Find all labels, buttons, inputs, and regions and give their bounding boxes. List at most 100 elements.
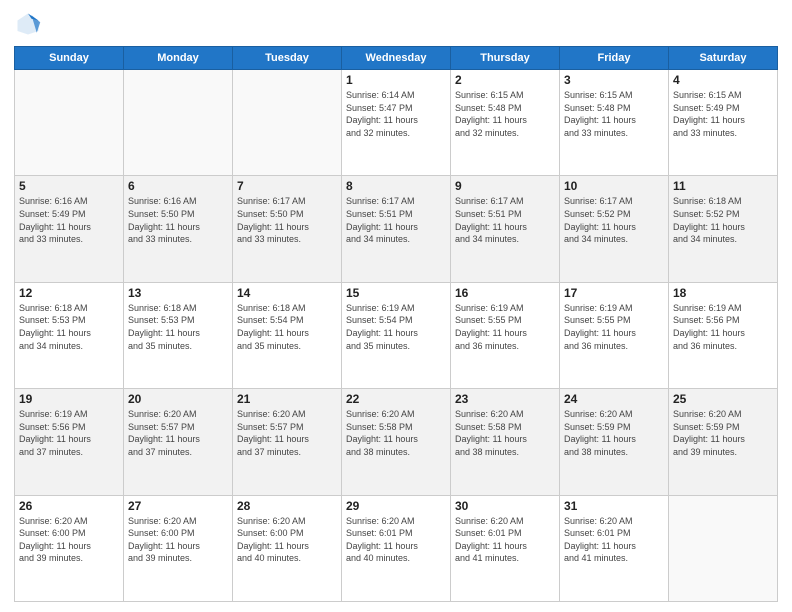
calendar-cell: 20 Sunrise: 6:20 AM Sunset: 5:57 PM Dayli…	[124, 389, 233, 495]
day-number: 4	[673, 73, 773, 87]
calendar-week-1: 1 Sunrise: 6:14 AM Sunset: 5:47 PM Daylig…	[15, 70, 778, 176]
calendar-table: SundayMondayTuesdayWednesdayThursdayFrid…	[14, 46, 778, 602]
calendar-cell	[233, 70, 342, 176]
day-info: Sunrise: 6:20 AM Sunset: 5:59 PM Dayligh…	[564, 408, 664, 458]
day-number: 7	[237, 179, 337, 193]
calendar-cell: 5 Sunrise: 6:16 AM Sunset: 5:49 PM Daylig…	[15, 176, 124, 282]
logo	[14, 10, 46, 38]
calendar-cell: 26 Sunrise: 6:20 AM Sunset: 6:00 PM Dayli…	[15, 495, 124, 601]
day-number: 10	[564, 179, 664, 193]
day-number: 12	[19, 286, 119, 300]
calendar-cell: 31 Sunrise: 6:20 AM Sunset: 6:01 PM Dayli…	[560, 495, 669, 601]
day-number: 27	[128, 499, 228, 513]
calendar-header-tuesday: Tuesday	[233, 47, 342, 70]
header	[14, 10, 778, 38]
day-info: Sunrise: 6:15 AM Sunset: 5:48 PM Dayligh…	[564, 89, 664, 139]
logo-icon	[14, 10, 42, 38]
calendar-cell	[669, 495, 778, 601]
day-info: Sunrise: 6:18 AM Sunset: 5:54 PM Dayligh…	[237, 302, 337, 352]
day-number: 2	[455, 73, 555, 87]
day-number: 16	[455, 286, 555, 300]
calendar-header-wednesday: Wednesday	[342, 47, 451, 70]
calendar-cell: 22 Sunrise: 6:20 AM Sunset: 5:58 PM Dayli…	[342, 389, 451, 495]
day-number: 28	[237, 499, 337, 513]
day-number: 5	[19, 179, 119, 193]
day-info: Sunrise: 6:19 AM Sunset: 5:54 PM Dayligh…	[346, 302, 446, 352]
day-number: 15	[346, 286, 446, 300]
day-number: 22	[346, 392, 446, 406]
day-number: 11	[673, 179, 773, 193]
day-info: Sunrise: 6:20 AM Sunset: 5:58 PM Dayligh…	[346, 408, 446, 458]
calendar-cell: 3 Sunrise: 6:15 AM Sunset: 5:48 PM Daylig…	[560, 70, 669, 176]
calendar-header-row: SundayMondayTuesdayWednesdayThursdayFrid…	[15, 47, 778, 70]
day-number: 1	[346, 73, 446, 87]
day-number: 17	[564, 286, 664, 300]
day-number: 9	[455, 179, 555, 193]
day-info: Sunrise: 6:20 AM Sunset: 6:01 PM Dayligh…	[346, 515, 446, 565]
day-info: Sunrise: 6:20 AM Sunset: 5:59 PM Dayligh…	[673, 408, 773, 458]
calendar-cell: 13Sunrise: 6:18 AM Sunset: 5:53 PM Dayli…	[124, 282, 233, 388]
day-info: Sunrise: 6:18 AM Sunset: 5:53 PM Dayligh…	[19, 302, 119, 352]
calendar-cell: 14 Sunrise: 6:18 AM Sunset: 5:54 PM Dayli…	[233, 282, 342, 388]
calendar-cell: 19Sunrise: 6:19 AM Sunset: 5:56 PM Dayli…	[15, 389, 124, 495]
calendar-cell	[15, 70, 124, 176]
calendar-week-3: 12 Sunrise: 6:18 AM Sunset: 5:53 PM Dayli…	[15, 282, 778, 388]
day-info: Sunrise: 6:20 AM Sunset: 6:00 PM Dayligh…	[19, 515, 119, 565]
calendar-cell	[124, 70, 233, 176]
calendar-cell: 11 Sunrise: 6:18 AM Sunset: 5:52 PM Dayli…	[669, 176, 778, 282]
day-info: Sunrise: 6:19 AM Sunset: 5:55 PM Dayligh…	[564, 302, 664, 352]
calendar-cell: 28 Sunrise: 6:20 AM Sunset: 6:00 PM Dayli…	[233, 495, 342, 601]
calendar-week-2: 5 Sunrise: 6:16 AM Sunset: 5:49 PM Daylig…	[15, 176, 778, 282]
day-number: 29	[346, 499, 446, 513]
day-info: Sunrise: 6:15 AM Sunset: 5:49 PM Dayligh…	[673, 89, 773, 139]
day-info: Sunrise: 6:18 AM Sunset: 5:52 PM Dayligh…	[673, 195, 773, 245]
calendar-cell: 2 Sunrise: 6:15 AM Sunset: 5:48 PM Daylig…	[451, 70, 560, 176]
calendar-cell: 9 Sunrise: 6:17 AM Sunset: 5:51 PM Daylig…	[451, 176, 560, 282]
calendar-cell: 16 Sunrise: 6:19 AM Sunset: 5:55 PM Dayli…	[451, 282, 560, 388]
calendar-cell: 21Sunrise: 6:20 AM Sunset: 5:57 PM Dayli…	[233, 389, 342, 495]
calendar-header-monday: Monday	[124, 47, 233, 70]
day-number: 6	[128, 179, 228, 193]
day-number: 3	[564, 73, 664, 87]
day-info: Sunrise: 6:20 AM Sunset: 6:00 PM Dayligh…	[237, 515, 337, 565]
calendar-cell: 25 Sunrise: 6:20 AM Sunset: 5:59 PM Dayli…	[669, 389, 778, 495]
day-info: Sunrise: 6:16 AM Sunset: 5:50 PM Dayligh…	[128, 195, 228, 245]
day-info: Sunrise: 6:17 AM Sunset: 5:52 PM Dayligh…	[564, 195, 664, 245]
calendar-header-thursday: Thursday	[451, 47, 560, 70]
day-info: Sunrise: 6:20 AM Sunset: 6:01 PM Dayligh…	[455, 515, 555, 565]
day-info: Sunrise: 6:19 AM Sunset: 5:56 PM Dayligh…	[673, 302, 773, 352]
day-number: 19	[19, 392, 119, 406]
day-info: Sunrise: 6:17 AM Sunset: 5:51 PM Dayligh…	[346, 195, 446, 245]
day-number: 18	[673, 286, 773, 300]
day-number: 23	[455, 392, 555, 406]
day-info: Sunrise: 6:20 AM Sunset: 5:57 PM Dayligh…	[128, 408, 228, 458]
day-info: Sunrise: 6:20 AM Sunset: 6:00 PM Dayligh…	[128, 515, 228, 565]
day-number: 24	[564, 392, 664, 406]
day-number: 25	[673, 392, 773, 406]
day-info: Sunrise: 6:20 AM Sunset: 5:58 PM Dayligh…	[455, 408, 555, 458]
day-number: 14	[237, 286, 337, 300]
calendar-cell: 29 Sunrise: 6:20 AM Sunset: 6:01 PM Dayli…	[342, 495, 451, 601]
day-info: Sunrise: 6:20 AM Sunset: 6:01 PM Dayligh…	[564, 515, 664, 565]
day-info: Sunrise: 6:18 AM Sunset: 5:53 PM Dayligh…	[128, 302, 228, 352]
day-info: Sunrise: 6:15 AM Sunset: 5:48 PM Dayligh…	[455, 89, 555, 139]
calendar-cell: 23 Sunrise: 6:20 AM Sunset: 5:58 PM Dayli…	[451, 389, 560, 495]
calendar-cell: 15 Sunrise: 6:19 AM Sunset: 5:54 PM Dayli…	[342, 282, 451, 388]
day-info: Sunrise: 6:17 AM Sunset: 5:51 PM Dayligh…	[455, 195, 555, 245]
day-info: Sunrise: 6:16 AM Sunset: 5:49 PM Dayligh…	[19, 195, 119, 245]
day-number: 26	[19, 499, 119, 513]
day-info: Sunrise: 6:17 AM Sunset: 5:50 PM Dayligh…	[237, 195, 337, 245]
day-number: 30	[455, 499, 555, 513]
calendar-cell: 24 Sunrise: 6:20 AM Sunset: 5:59 PM Dayli…	[560, 389, 669, 495]
calendar-cell: 6 Sunrise: 6:16 AM Sunset: 5:50 PM Daylig…	[124, 176, 233, 282]
day-info: Sunrise: 6:20 AM Sunset: 5:57 PM Dayligh…	[237, 408, 337, 458]
calendar-cell: 10 Sunrise: 6:17 AM Sunset: 5:52 PM Dayli…	[560, 176, 669, 282]
day-number: 20	[128, 392, 228, 406]
calendar-cell: 12 Sunrise: 6:18 AM Sunset: 5:53 PM Dayli…	[15, 282, 124, 388]
calendar-cell: 17 Sunrise: 6:19 AM Sunset: 5:55 PM Dayli…	[560, 282, 669, 388]
page: SundayMondayTuesdayWednesdayThursdayFrid…	[0, 0, 792, 612]
day-info: Sunrise: 6:19 AM Sunset: 5:55 PM Dayligh…	[455, 302, 555, 352]
calendar-cell: 27 Sunrise: 6:20 AM Sunset: 6:00 PM Dayli…	[124, 495, 233, 601]
day-info: Sunrise: 6:14 AM Sunset: 5:47 PM Dayligh…	[346, 89, 446, 139]
day-number: 31	[564, 499, 664, 513]
